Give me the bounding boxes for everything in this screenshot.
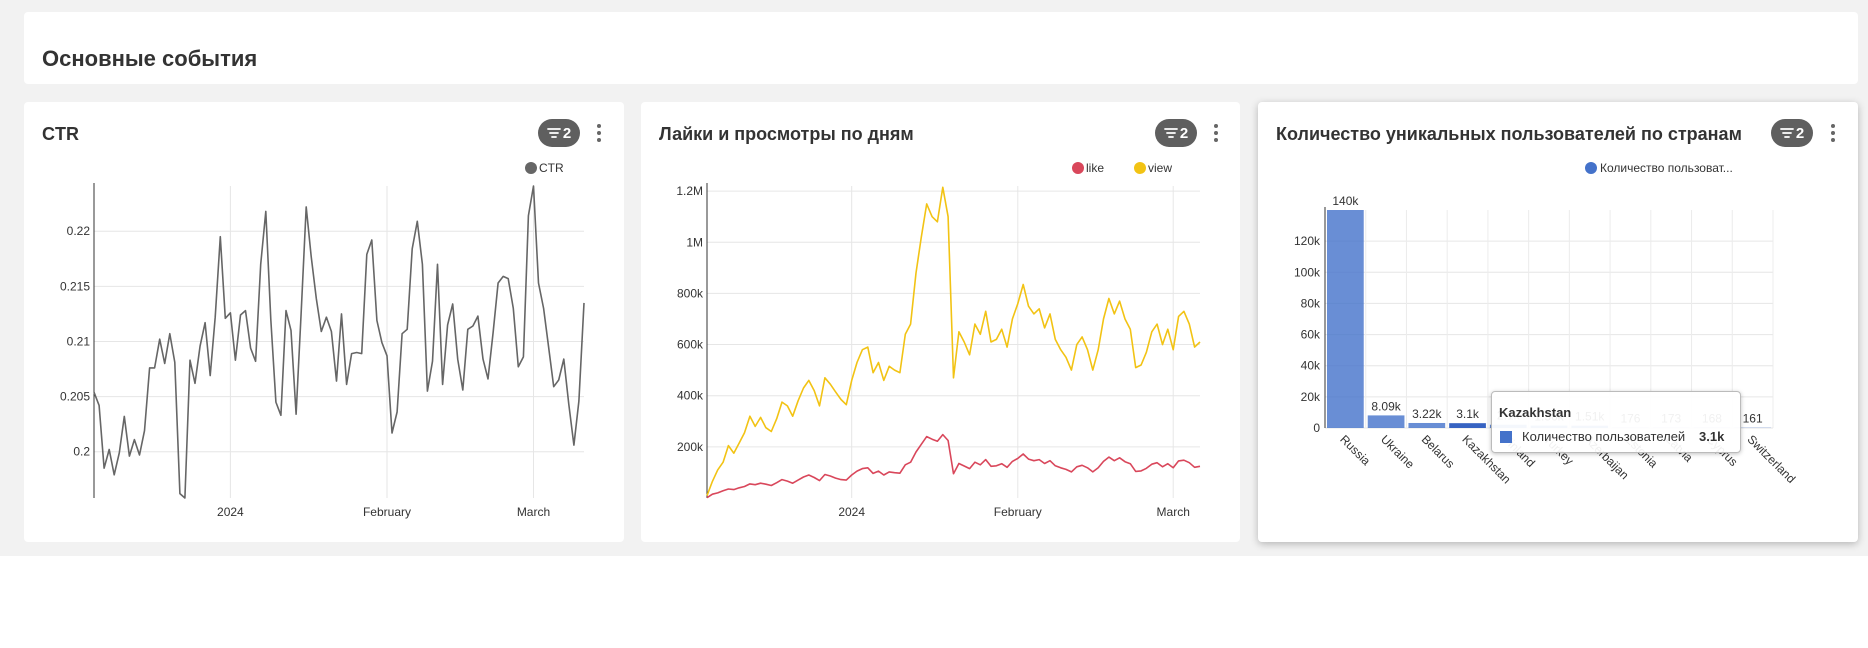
y-tick-label: 40k [1301, 359, 1321, 373]
bar-data-label: 8.09k [1371, 399, 1401, 413]
x-tick-label: February [994, 505, 1042, 519]
y-tick-label: 0.205 [60, 390, 90, 404]
y-tick-label: 600k [677, 338, 704, 352]
y-tick-label: 0.215 [60, 279, 90, 293]
x-tick-label: 2024 [838, 505, 865, 519]
tooltip-title: Kazakhstan [1499, 405, 1572, 420]
legend-label: Количество пользоват... [1600, 161, 1733, 175]
legend-label: like [1086, 161, 1104, 175]
y-tick-label: 0 [1313, 421, 1320, 435]
y-tick-label: 200k [677, 440, 704, 454]
y-tick-label: 1.2M [676, 184, 703, 198]
tooltip-value: 3.1k [1699, 429, 1725, 444]
y-tick-label: 800k [677, 286, 704, 300]
bar-ukraine [1367, 415, 1405, 428]
bar-kazakhstan [1449, 423, 1486, 428]
bar-russia [1327, 210, 1364, 428]
legend-label: CTR [539, 161, 564, 175]
tooltip-label: Количество пользователей [1522, 429, 1686, 444]
y-tick-label: 400k [677, 389, 704, 403]
x-tick-label: March [517, 505, 550, 519]
y-tick-label: 120k [1294, 234, 1321, 248]
x-tick-label: February [363, 505, 411, 519]
x-tick-label: Belarus [1419, 432, 1458, 471]
y-tick-label: 0.2 [73, 445, 90, 459]
tooltip-swatch [1500, 431, 1512, 443]
series-line-like [706, 433, 1201, 499]
x-tick-label: 2024 [217, 505, 244, 519]
legend-marker [525, 162, 537, 174]
bar-data-label: 161 [1743, 412, 1763, 426]
x-tick-label: March [1157, 505, 1190, 519]
legend-marker [1585, 162, 1597, 174]
x-tick-label: Russia [1337, 432, 1373, 468]
bar-belarus [1408, 422, 1446, 428]
legend-label: view [1148, 161, 1172, 175]
series-line-view [706, 186, 1201, 496]
bar-data-label: 3.22k [1412, 407, 1442, 421]
y-tick-label: 0.21 [67, 334, 91, 348]
y-tick-label: 20k [1301, 390, 1321, 404]
y-tick-label: 100k [1294, 265, 1321, 279]
y-tick-label: 0.22 [67, 224, 91, 238]
charts-layer: 0.2 0.205 0.21 0.215 0.22 2024 February March CT… [60, 161, 1799, 519]
y-tick-label: 1M [686, 235, 703, 249]
x-tick-label: Ukraine [1378, 432, 1417, 471]
bar-data-label: 140k [1332, 194, 1359, 208]
legend-marker [1134, 162, 1146, 174]
bar-tooltip: Kazakhstan Количество пользователей 3.1k [1491, 391, 1741, 453]
legend-marker [1072, 162, 1084, 174]
y-tick-label: 80k [1301, 296, 1321, 310]
x-tick-label: Switzerland [1745, 432, 1799, 486]
y-tick-label: 60k [1301, 328, 1321, 342]
bar-data-label: 3.1k [1456, 407, 1480, 421]
